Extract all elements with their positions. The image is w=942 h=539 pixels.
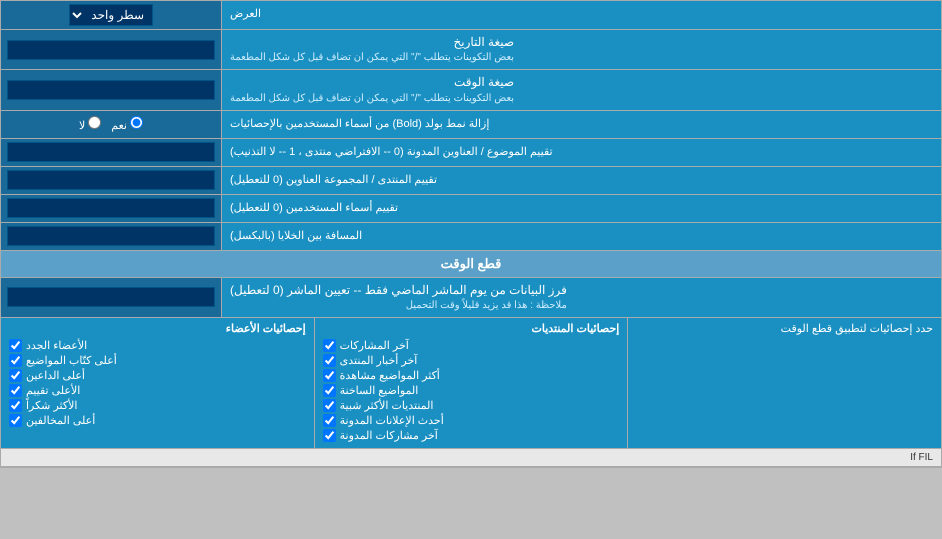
cb-similar-forums: المنتديات الأكثر شبية [323, 399, 620, 412]
bold-remove-radio-wrap: نعم لا [1, 111, 221, 138]
bold-radio-yes-label: نعم [111, 116, 143, 132]
cb-last-posts: آخر المشاركات [323, 339, 620, 352]
cb-most-thanks: الأكثر شكراً [9, 399, 306, 412]
cb-new-members: الأعضاء الجدد [9, 339, 306, 352]
member-stats-title: إحصائيات الأعضاء [9, 322, 306, 335]
forum-order-label: تقييم المنتدى / المجموعة العناوين (0 للت… [221, 167, 941, 194]
time-format-row: صيغة الوقت بعض التكوينات يتطلب "/" التي … [1, 70, 941, 110]
user-order-input-wrap: 0 [1, 195, 221, 222]
user-order-row: تقييم أسماء المستخدمين (0 للتعطيل) 0 [1, 195, 941, 223]
fetch-days-row: فرز البيانات من يوم الماشر الماضي فقط --… [1, 278, 941, 318]
cb-most-thanks-input[interactable] [9, 399, 22, 412]
cb-last-posts-input[interactable] [323, 339, 336, 352]
bold-radio-no-label: لا [79, 116, 101, 132]
cb-forum-news: آخر أخبار المنتدى [323, 354, 620, 367]
realtime-section-header: قطع الوقت [1, 251, 941, 278]
cb-similar-forums-input[interactable] [323, 399, 336, 412]
stats-empty-label-col: حدد إحصائيات لتطبيق قطع الوقت [627, 318, 941, 448]
user-order-label: تقييم أسماء المستخدمين (0 للتعطيل) [221, 195, 941, 222]
bold-radio-yes[interactable] [130, 116, 143, 129]
stats-checkboxes-area: حدد إحصائيات لتطبيق قطع الوقت إحصائيات ا… [1, 318, 941, 449]
topic-order-input-wrap: 33 [1, 139, 221, 166]
cb-top-inviters-input[interactable] [9, 369, 22, 382]
bottom-note-text: If FIL [910, 452, 933, 463]
cell-spacing-input-wrap: 2 [1, 223, 221, 250]
cb-latest-announce-input[interactable] [323, 414, 336, 427]
cb-forum-news-input[interactable] [323, 354, 336, 367]
forum-order-input-wrap: 33 [1, 167, 221, 194]
time-format-field[interactable]: H:i [7, 80, 215, 100]
forum-order-row: تقييم المنتدى / المجموعة العناوين (0 للت… [1, 167, 941, 195]
bottom-note-row: If FIL [1, 449, 941, 467]
forum-stats-title: إحصائيات المنتديات [323, 322, 620, 335]
cb-top-inviters: أعلى الداعين [9, 369, 306, 382]
display-type-select[interactable]: سطر واحد سطرين ثلاثة أسطر [69, 4, 153, 26]
date-format-field[interactable]: d-m [7, 40, 215, 60]
fetch-days-label: فرز البيانات من يوم الماشر الماضي فقط --… [221, 278, 941, 317]
cb-top-writers: أعلى كتّاب المواضيع [9, 354, 306, 367]
cb-top-rated-input[interactable] [9, 384, 22, 397]
display-type-row: العرض سطر واحد سطرين ثلاثة أسطر [1, 1, 941, 30]
cell-spacing-row: المسافة بين الخلايا (بالبكسل) 2 [1, 223, 941, 251]
user-order-field[interactable]: 0 [7, 198, 215, 218]
cb-hot-topics: المواضيع الساخنة [323, 384, 620, 397]
forum-stats-col: إحصائيات المنتديات آخر المشاركات آخر أخب… [314, 318, 628, 448]
member-stats-col: إحصائيات الأعضاء الأعضاء الجدد أعلى كتّا… [1, 318, 314, 448]
date-format-input-wrap: d-m [1, 30, 221, 69]
date-format-label: صيغة التاريخ بعض التكوينات يتطلب "/" الت… [221, 30, 941, 69]
cb-top-rated: الأعلى تقييم [9, 384, 306, 397]
display-type-input: سطر واحد سطرين ثلاثة أسطر [1, 1, 221, 29]
cb-top-violators: أعلى المخالفين [9, 414, 306, 427]
stats-limit-label: حدد إحصائيات لتطبيق قطع الوقت [636, 322, 933, 335]
cb-new-members-input[interactable] [9, 339, 22, 352]
cb-latest-announce: أحدث الإعلانات المدونة [323, 414, 620, 427]
cell-spacing-field[interactable]: 2 [7, 226, 215, 246]
cb-top-violators-input[interactable] [9, 414, 22, 427]
display-type-label: العرض [221, 1, 941, 29]
bold-remove-row: إزالة نمط بولد (Bold) من أسماء المستخدمي… [1, 111, 941, 139]
cell-spacing-label: المسافة بين الخلايا (بالبكسل) [221, 223, 941, 250]
topic-order-label: تقييم الموضوع / العناوين المدونة (0 -- ا… [221, 139, 941, 166]
topic-order-row: تقييم الموضوع / العناوين المدونة (0 -- ا… [1, 139, 941, 167]
bold-remove-label: إزالة نمط بولد (Bold) من أسماء المستخدمي… [221, 111, 941, 138]
time-format-label: صيغة الوقت بعض التكوينات يتطلب "/" التي … [221, 70, 941, 109]
fetch-days-field[interactable]: 0 [7, 287, 215, 307]
fetch-days-input-wrap: 0 [1, 278, 221, 317]
main-container: العرض سطر واحد سطرين ثلاثة أسطر صيغة الت… [0, 0, 942, 468]
cb-hot-topics-input[interactable] [323, 384, 336, 397]
bold-radio-group: نعم لا [71, 114, 151, 134]
topic-order-field[interactable]: 33 [7, 142, 215, 162]
forum-order-field[interactable]: 33 [7, 170, 215, 190]
time-format-input-wrap: H:i [1, 70, 221, 109]
cb-most-viewed-input[interactable] [323, 369, 336, 382]
cb-top-writers-input[interactable] [9, 354, 22, 367]
cb-blog-posts-input[interactable] [323, 429, 336, 442]
cb-blog-posts: آخر مشاركات المدونة [323, 429, 620, 442]
cb-most-viewed: أكثر المواضيع مشاهدة [323, 369, 620, 382]
bold-radio-no[interactable] [88, 116, 101, 129]
date-format-row: صيغة التاريخ بعض التكوينات يتطلب "/" الت… [1, 30, 941, 70]
